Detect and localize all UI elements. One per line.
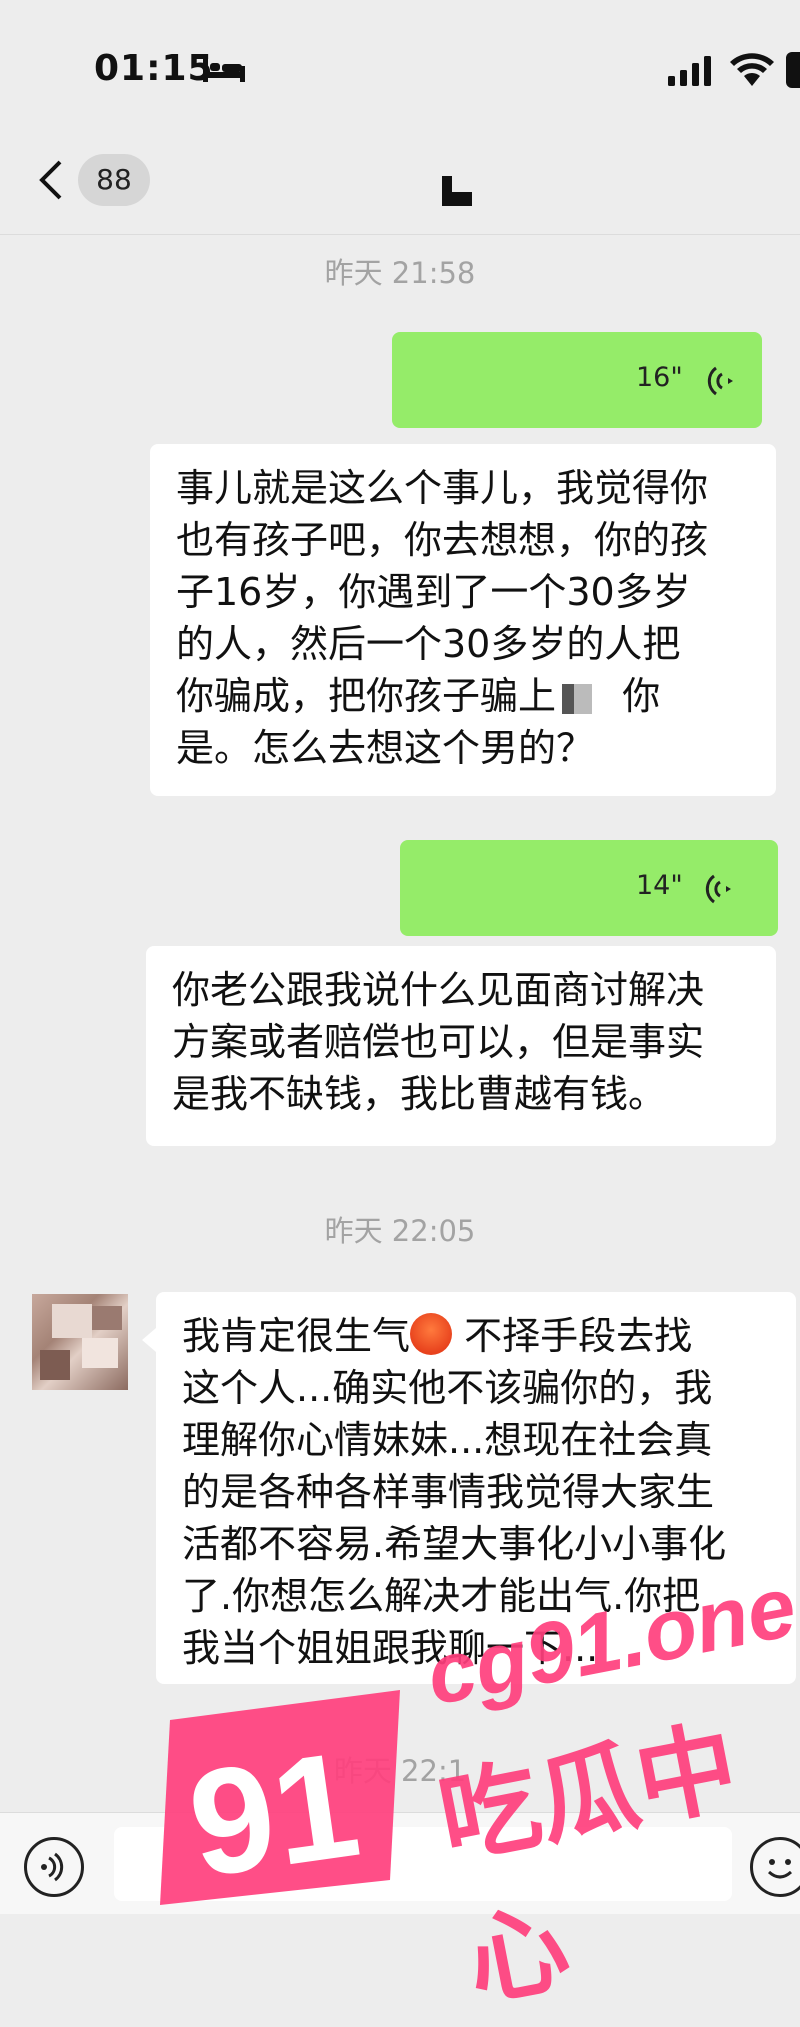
voice-duration: 16" <box>636 362 683 393</box>
message-line: 是。怎么去想这个男的？ <box>176 726 595 770</box>
chat-header: 88 <box>0 130 800 235</box>
message-line: 你老公跟我说什么见面商讨解决 <box>172 968 705 1012</box>
status-time: 01:15 <box>94 48 214 89</box>
sleep-mode-icon <box>203 58 245 82</box>
voice-message-bubble[interactable]: 14" <box>400 840 778 936</box>
watermark-logo: 91 <box>160 1690 400 1909</box>
wifi-icon <box>730 53 774 86</box>
received-message-bubble[interactable]: 事儿就是这么个事儿，我觉得你 也有孩子吧，你去想想，你的孩 子16岁，你遇到了一… <box>150 444 776 796</box>
message-line: 是我不缺钱，我比曹越有钱。 <box>172 1072 667 1116</box>
unread-count-badge[interactable]: 88 <box>78 154 150 206</box>
message-line: 理解你心情妹妹...想现在社会真 <box>182 1418 713 1462</box>
voice-input-toggle-icon[interactable] <box>24 1837 84 1897</box>
message-line: 的人，然后一个30多岁的人把 <box>176 622 681 666</box>
pixelated-block <box>562 683 593 714</box>
angry-face-icon <box>410 1313 453 1355</box>
voice-wave-icon <box>705 874 731 904</box>
watermark-site-name: 吃瓜中心 <box>429 1707 747 2022</box>
message-line: 你骗成，把你孩子骗上 你 <box>176 674 661 718</box>
message-line: 这个人...确实他不该骗你的，我 <box>182 1366 713 1410</box>
bubble-tail <box>142 1328 156 1352</box>
status-bar: 01:15 <box>0 0 800 130</box>
contact-avatar[interactable] <box>32 1294 128 1390</box>
voice-message-bubble[interactable]: 16" <box>392 332 762 428</box>
message-line: 子16岁，你遇到了一个30多岁 <box>176 570 691 614</box>
message-line: 也有孩子吧，你去想想，你的孩 <box>176 518 709 562</box>
cellular-signal-icon <box>668 56 711 86</box>
message-line: 方案或者赔偿也可以，但是事实 <box>172 1020 705 1064</box>
contact-name-redacted <box>442 176 472 206</box>
battery-icon <box>786 52 800 88</box>
watermark-logo-text: 91 <box>180 1719 369 1909</box>
message-timestamp: 昨天 21:58 <box>324 256 476 290</box>
voice-wave-icon <box>707 366 733 396</box>
message-timestamp: 昨天 22:05 <box>324 1214 476 1248</box>
message-line: 我肯定很生气 不择手段去找 <box>182 1313 693 1358</box>
received-message-bubble[interactable]: 你老公跟我说什么见面商讨解决 方案或者赔偿也可以，但是事实 是我不缺钱，我比曹越… <box>146 946 776 1146</box>
back-chevron-icon[interactable] <box>36 158 66 202</box>
voice-duration: 14" <box>636 870 683 901</box>
message-line: 的是各种各样事情我觉得大家生 <box>182 1470 715 1514</box>
message-line: 事儿就是这么个事儿，我觉得你 <box>176 466 709 510</box>
message-line: 活都不容易.希望大事化小小事化 <box>182 1522 727 1566</box>
